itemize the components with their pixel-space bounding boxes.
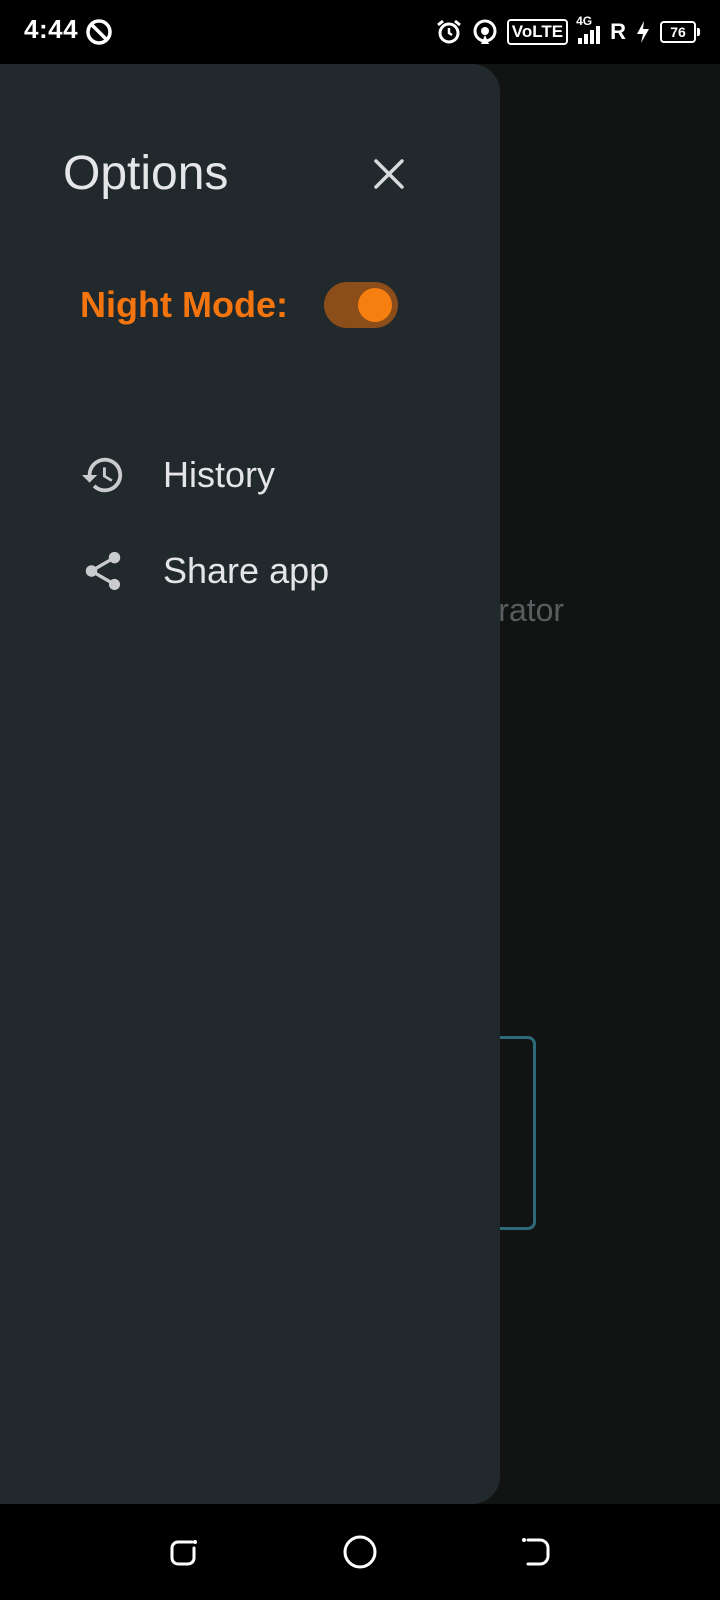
- home-button[interactable]: [338, 1530, 382, 1574]
- night-mode-label: Night Mode:: [80, 284, 288, 325]
- volte-indicator: VoLTE: [506, 19, 569, 45]
- options-drawer: Options Night Mode: History Share app: [0, 64, 500, 1504]
- menu-item-share-app[interactable]: Share app: [80, 536, 460, 604]
- signal-icon: [578, 26, 601, 44]
- charging-icon: [637, 21, 649, 43]
- menu-item-label: Share app: [163, 550, 330, 591]
- status-icons: VoLTE 4G R 76: [435, 14, 700, 48]
- back-icon: [522, 1538, 550, 1566]
- hotspot-icon: [473, 19, 497, 44]
- system-nav-bar: [0, 1504, 720, 1600]
- share-icon: [85, 551, 121, 591]
- status-bar: 4:44 VoLTE 4G R 76: [0, 0, 720, 64]
- roaming-indicator: R: [610, 19, 626, 44]
- recents-button[interactable]: [162, 1530, 206, 1574]
- close-drawer-button[interactable]: [365, 150, 413, 198]
- status-time: 4:44: [24, 14, 79, 44]
- back-button[interactable]: [514, 1530, 558, 1574]
- battery-level: 76: [660, 21, 700, 43]
- alarm-icon: [436, 19, 461, 44]
- night-mode-toggle[interactable]: [324, 282, 398, 328]
- do-not-disturb-icon: [86, 19, 112, 45]
- night-mode-row: Night Mode:: [80, 280, 420, 330]
- screen: 4:44 VoLTE 4G R 76 Options Night Mode: H…: [0, 0, 720, 1600]
- toggle-knob: [358, 288, 392, 322]
- menu-item-history[interactable]: History: [80, 440, 460, 508]
- menu-item-label: History: [163, 454, 276, 495]
- home-icon: [343, 1535, 377, 1569]
- network-indicator: 4G: [576, 14, 602, 46]
- close-icon: [374, 159, 404, 189]
- recents-icon: [170, 1540, 197, 1566]
- history-icon: [81, 457, 123, 493]
- drawer-title: Options: [63, 147, 229, 200]
